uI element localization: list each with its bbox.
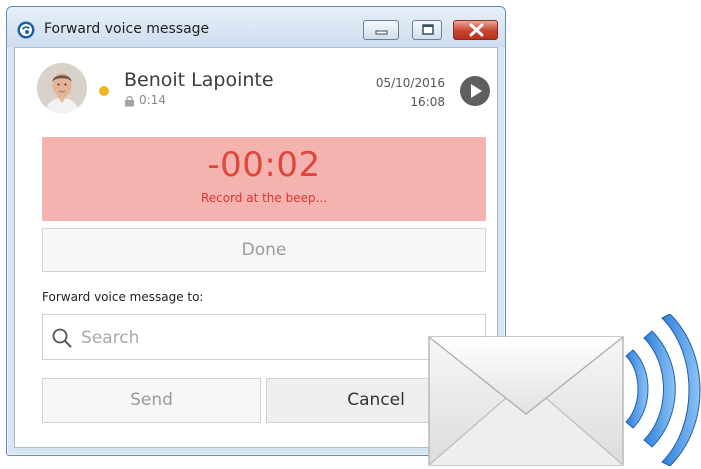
- search-icon: [52, 328, 72, 348]
- recording-hint: Record at the beep...: [200, 191, 328, 205]
- recording-timer: -00:02: [207, 145, 321, 185]
- app-icon: [17, 21, 35, 39]
- search-input[interactable]: [79, 323, 463, 353]
- signal-waves-icon: [625, 314, 701, 466]
- envelope-icon: [428, 336, 624, 466]
- message-duration: 0:14: [139, 93, 166, 107]
- play-button[interactable]: [460, 76, 490, 106]
- avatar-photo: [37, 63, 87, 113]
- close-button[interactable]: [453, 20, 498, 40]
- maximize-icon: [422, 24, 434, 35]
- presence-indicator: [99, 86, 109, 96]
- lock-icon: [125, 96, 134, 107]
- maximize-button[interactable]: [412, 20, 442, 40]
- message-date: 05/10/2016: [375, 76, 445, 90]
- send-button[interactable]: Send: [42, 378, 261, 423]
- search-box[interactable]: [42, 314, 486, 360]
- window-title: Forward voice message: [44, 21, 210, 37]
- done-button[interactable]: Done: [42, 228, 486, 272]
- close-icon: [469, 23, 484, 37]
- recording-panel: -00:02 Record at the beep...: [42, 137, 486, 221]
- minimize-icon: [375, 30, 388, 35]
- title-bar[interactable]: Forward voice message: [7, 7, 505, 47]
- play-icon: [471, 84, 482, 98]
- message-time: 16:08: [410, 95, 445, 109]
- minimize-button[interactable]: [363, 20, 399, 40]
- dialog-content: Benoit Lapointe 0:14 05/10/2016 16:08 -0…: [14, 47, 498, 448]
- contact-name: Benoit Lapointe: [124, 69, 274, 91]
- avatar: [37, 63, 87, 113]
- forward-label: Forward voice message to:: [42, 290, 204, 304]
- screen: Forward voice message Benoit Lapointe 0:…: [0, 0, 701, 469]
